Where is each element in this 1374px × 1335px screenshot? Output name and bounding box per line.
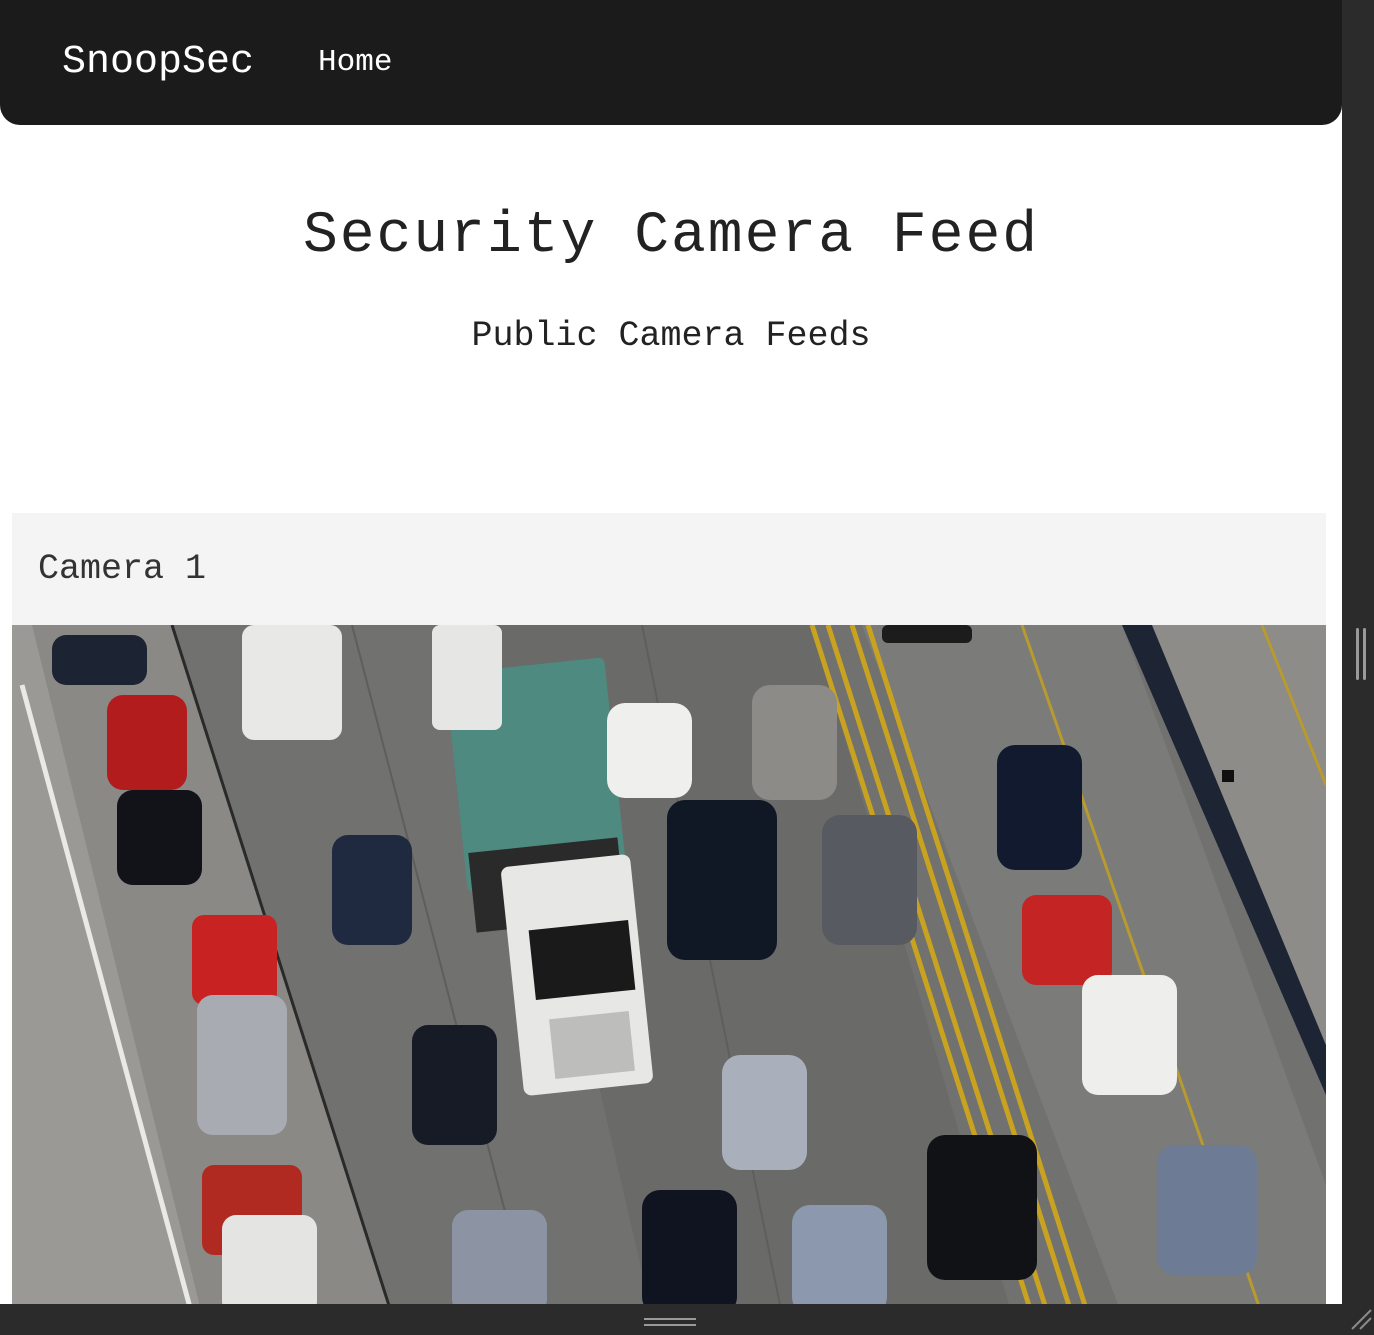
page-subtitle: Public Camera Feeds bbox=[471, 316, 871, 356]
camera-card: Camera 1 bbox=[12, 513, 1326, 1304]
camera-feed-image bbox=[12, 625, 1326, 1304]
browser-viewport: SnoopSec Home Security Camera Feed Publi… bbox=[0, 0, 1342, 1304]
vertical-resize-handle[interactable] bbox=[1356, 628, 1366, 680]
highway-traffic-image bbox=[12, 625, 1326, 1304]
navbar: SnoopSec Home bbox=[0, 0, 1342, 125]
camera-card-header: Camera 1 bbox=[38, 549, 207, 589]
nav-link-home[interactable]: Home bbox=[318, 45, 392, 80]
brand-logo-link[interactable]: SnoopSec bbox=[62, 40, 254, 85]
page-title: Security Camera Feed bbox=[302, 204, 1040, 269]
horizontal-resize-handle[interactable] bbox=[644, 1318, 696, 1328]
resize-grip-icon[interactable] bbox=[1348, 1306, 1372, 1330]
